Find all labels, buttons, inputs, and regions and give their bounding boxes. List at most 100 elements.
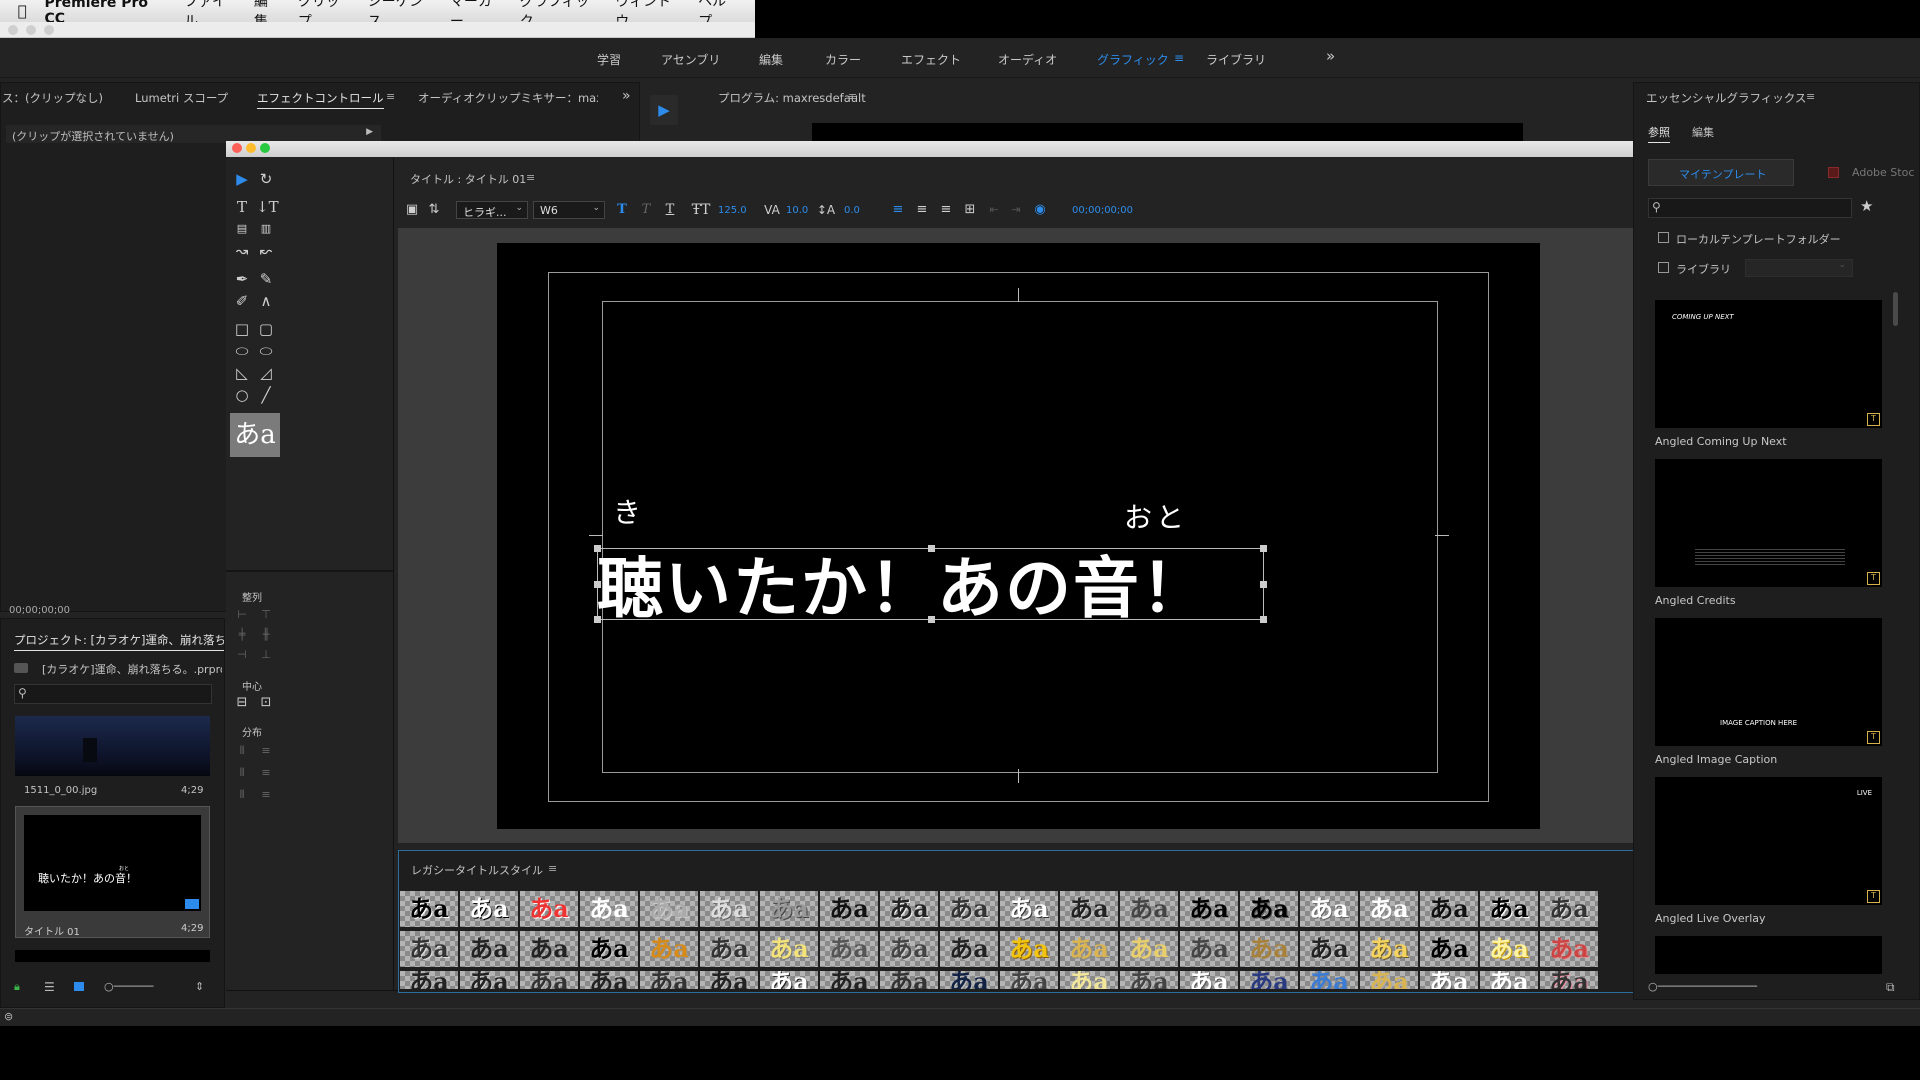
- workspace-graphics[interactable]: グラフィック: [1097, 51, 1169, 68]
- style-swatch[interactable]: あa: [400, 931, 458, 967]
- next-frame-icon[interactable]: ⇥: [1006, 201, 1026, 219]
- template-thumb-credits[interactable]: T: [1655, 459, 1882, 587]
- style-swatch[interactable]: あa: [1480, 931, 1538, 967]
- align-left-icon[interactable]: ⊢: [232, 606, 252, 624]
- tab-audio-clip-mixer[interactable]: オーディオクリップミキサー：maxres: [418, 90, 598, 106]
- style-swatch[interactable]: あa: [640, 931, 698, 967]
- style-swatch[interactable]: あa: [400, 971, 458, 989]
- wedge-tool-icon[interactable]: ◺: [232, 364, 252, 382]
- eg-zoom-slider-icon[interactable]: ○───────────────: [1648, 980, 1757, 993]
- distribute-4-icon[interactable]: ≡: [256, 764, 276, 782]
- workspace-edit[interactable]: 編集: [759, 51, 783, 68]
- apple-icon[interactable]: : [0, 2, 44, 20]
- style-swatch[interactable]: あa: [880, 891, 938, 927]
- font-family-select[interactable]: ヒラギ... ⌄: [456, 201, 528, 219]
- selection-tool-icon[interactable]: ▶: [232, 170, 252, 188]
- align-bottom-icon[interactable]: ⊥: [256, 646, 276, 664]
- style-swatch[interactable]: あa: [640, 891, 698, 927]
- align-right-icon[interactable]: ⊣: [232, 646, 252, 664]
- font-weight-select[interactable]: W6 ⌄: [533, 201, 605, 219]
- handle-br[interactable]: [1260, 616, 1267, 623]
- project-item-title01[interactable]: おと 聴いたか！あの音！ タイトル 01 4;29: [15, 806, 210, 938]
- style-swatch[interactable]: あa: [1540, 891, 1598, 927]
- style-swatch[interactable]: あa: [1360, 931, 1418, 967]
- minimize-dot-icon[interactable]: [26, 25, 36, 35]
- workspace-overflow-icon[interactable]: »: [1326, 47, 1335, 65]
- eg-menu-icon[interactable]: ≡: [1806, 90, 1815, 103]
- roll-crawl-icon[interactable]: ⇅: [424, 201, 444, 219]
- style-swatch[interactable]: あa: [820, 931, 878, 967]
- style-swatch[interactable]: あa: [520, 931, 578, 967]
- area-type-tool-icon[interactable]: ▤: [232, 220, 252, 238]
- style-swatch[interactable]: あa: [1360, 891, 1418, 927]
- show-background-video-icon[interactable]: ◉: [1030, 201, 1050, 219]
- style-swatch[interactable]: あa: [1120, 971, 1178, 989]
- new-item-icon[interactable]: ⧉: [1886, 980, 1895, 995]
- align-hcenter-icon[interactable]: ╪: [232, 626, 252, 644]
- list-view-icon[interactable]: ☰: [44, 980, 55, 994]
- style-swatch[interactable]: あa: [580, 931, 638, 967]
- effect-timecode[interactable]: 00;00;00;00: [9, 605, 70, 616]
- distribute-2-icon[interactable]: ≡: [256, 742, 276, 760]
- expand-arrow-icon[interactable]: ▶: [366, 127, 373, 137]
- zoom-icon[interactable]: [260, 143, 270, 153]
- template-thumb-partial[interactable]: [1655, 936, 1882, 974]
- handle-mr[interactable]: [1260, 581, 1267, 588]
- thumb-1511[interactable]: [15, 716, 210, 776]
- workspace-audio[interactable]: オーディオ: [998, 51, 1057, 68]
- minimize-icon[interactable]: [246, 143, 256, 153]
- style-swatch[interactable]: あa: [1000, 971, 1058, 989]
- style-swatch[interactable]: あa: [1180, 931, 1238, 967]
- template-thumb-live-overlay[interactable]: LIVE T: [1655, 777, 1882, 905]
- bold-icon[interactable]: T: [612, 201, 632, 219]
- template-thumb-image-caption[interactable]: IMAGE CAPTION HERE T: [1655, 618, 1882, 746]
- style-swatch[interactable]: あa: [1540, 971, 1598, 989]
- italic-icon[interactable]: T: [636, 201, 656, 219]
- tabs-overflow-icon[interactable]: »: [622, 88, 631, 104]
- title-main-text[interactable]: 聴いたか！あの音！: [597, 535, 1209, 631]
- prev-frame-icon[interactable]: ⇤: [984, 201, 1004, 219]
- close-icon[interactable]: [232, 143, 242, 153]
- workspace-libraries[interactable]: ライブラリ: [1206, 51, 1266, 68]
- lock-icon[interactable]: 🔒︎: [14, 980, 20, 994]
- style-swatch[interactable]: あa: [460, 891, 518, 927]
- style-swatch[interactable]: あa: [820, 891, 878, 927]
- program-monitor-title[interactable]: プログラム: maxresdefault: [718, 90, 866, 106]
- align-center-text-icon[interactable]: ≡: [912, 201, 932, 219]
- line-tool-icon[interactable]: ╱: [256, 386, 276, 404]
- style-swatch[interactable]: あa: [1240, 971, 1298, 989]
- leading-value[interactable]: 0.0: [844, 205, 860, 216]
- sort-icon[interactable]: ⇕: [195, 980, 204, 993]
- style-swatch[interactable]: あa: [940, 891, 998, 927]
- arc-tool-icon[interactable]: ◿: [256, 364, 276, 382]
- pen-tool-icon[interactable]: ✒: [232, 270, 252, 288]
- workspace-effects[interactable]: エフェクト: [901, 51, 961, 68]
- tab-source[interactable]: ス：(クリップなし): [2, 90, 103, 106]
- vertical-type-tool-icon[interactable]: ↓T: [256, 198, 279, 216]
- panel-menu-icon[interactable]: ≡: [386, 90, 395, 103]
- rounded-rect-tool-icon[interactable]: ▢: [256, 320, 276, 338]
- align-left-text-icon[interactable]: ≡: [888, 201, 908, 219]
- style-swatch[interactable]: あa: [880, 971, 938, 989]
- tab-effect-controls[interactable]: エフェクトコントロール: [257, 90, 384, 109]
- style-swatch[interactable]: あa: [520, 891, 578, 927]
- convert-anchor-tool-icon[interactable]: ∧: [256, 292, 276, 310]
- style-swatch[interactable]: あa: [700, 891, 758, 927]
- kerning-value[interactable]: 10.0: [786, 205, 808, 216]
- style-swatch[interactable]: あa: [640, 971, 698, 989]
- library-select[interactable]: ⌄: [1745, 259, 1853, 277]
- align-top-icon[interactable]: ⊤: [256, 606, 276, 624]
- library-checkbox[interactable]: [1658, 262, 1669, 273]
- vertical-area-type-tool-icon[interactable]: ▥: [256, 220, 276, 238]
- ruby-ki[interactable]: き: [613, 491, 641, 531]
- ruby-oto[interactable]: おと: [1124, 496, 1188, 536]
- star-icon[interactable]: ★: [1860, 197, 1873, 215]
- style-swatch[interactable]: あa: [1480, 891, 1538, 927]
- tab-browse[interactable]: 参照: [1648, 124, 1670, 143]
- tab-lumetri-scopes[interactable]: Lumetri スコープ: [135, 90, 228, 106]
- zoom-slider-icon[interactable]: ○──────: [104, 980, 153, 993]
- program-menu-icon[interactable]: ≡: [848, 90, 857, 103]
- style-swatch[interactable]: あa: [760, 891, 818, 927]
- zoom-dot-icon[interactable]: [44, 25, 54, 35]
- workspace-menu-icon[interactable]: ≡: [1174, 51, 1184, 65]
